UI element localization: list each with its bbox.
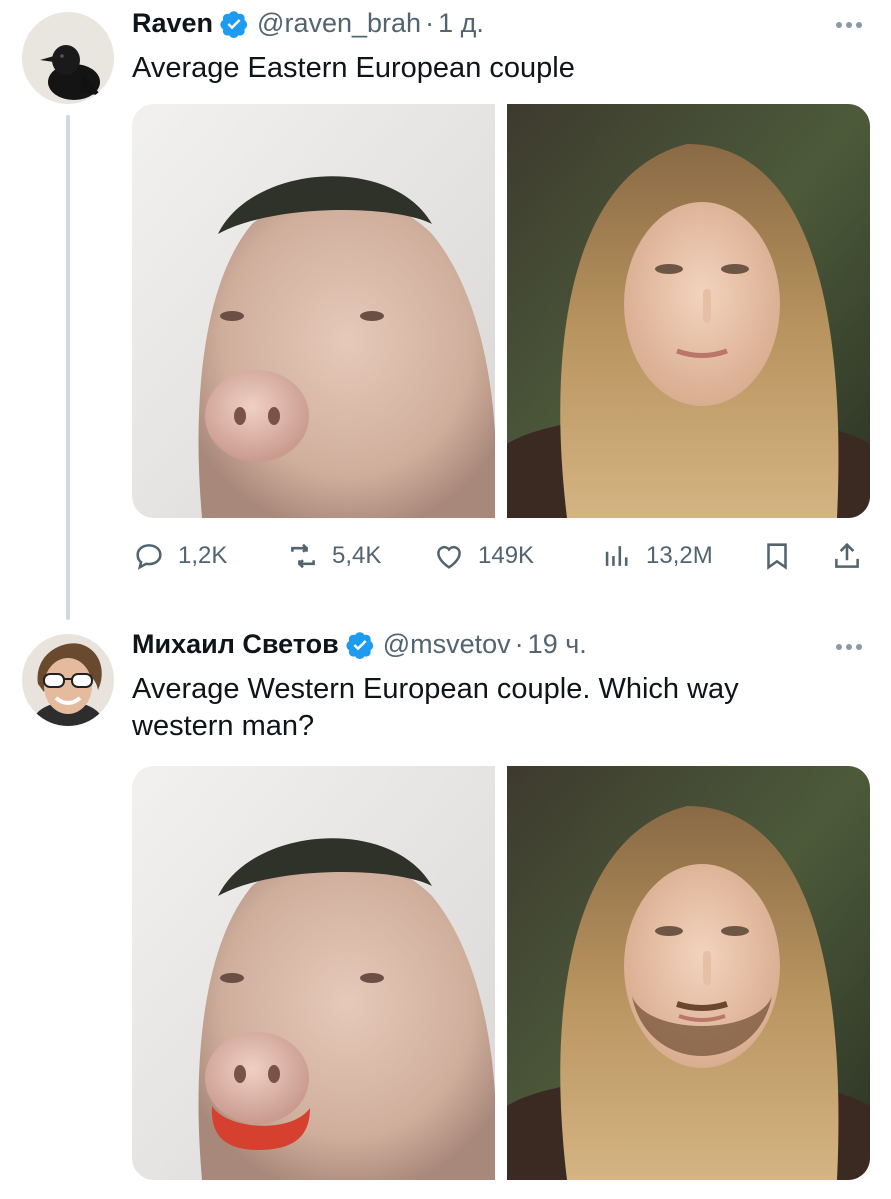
msvetov-avatar-image — [22, 634, 114, 726]
tweet-header: Raven @raven_brah · 1 д. — [132, 8, 484, 39]
verified-badge-icon — [220, 10, 248, 38]
woman-beard-photo — [507, 766, 870, 1180]
retweet-icon — [291, 543, 315, 569]
reply-count: 1,2K — [178, 542, 228, 569]
share-button[interactable] — [830, 536, 864, 576]
bookmark-button[interactable] — [760, 536, 794, 576]
woman-photo — [507, 104, 870, 518]
pig-photo — [132, 104, 495, 518]
bookmark-icon — [767, 543, 787, 570]
timestamp[interactable]: 1 д. — [438, 8, 484, 39]
author-name[interactable]: Михаил Светов — [132, 629, 339, 660]
separator-dot: · — [514, 629, 524, 659]
tweet-media[interactable] — [132, 766, 870, 1180]
views-icon — [605, 546, 628, 566]
more-icon[interactable] — [836, 644, 862, 650]
media-image-pig-lipstick[interactable] — [132, 766, 495, 1180]
tweet-header: Михаил Светов @msvetov · 19 ч. — [132, 629, 587, 660]
avatar[interactable] — [22, 12, 114, 104]
reply-button[interactable]: 1,2K — [132, 536, 227, 576]
tweet-actions: 1,2K 5,4K 149K 13,2M — [132, 536, 872, 576]
views-button[interactable]: 13,2M — [600, 536, 713, 576]
media-image-woman[interactable] — [507, 104, 870, 518]
reply-icon — [136, 544, 162, 570]
timestamp[interactable]: 19 ч. — [528, 629, 587, 660]
tweet-text: Average Western European couple. Which w… — [132, 673, 739, 742]
separator-dot: · — [425, 8, 435, 38]
tweet-text: Average Eastern European couple — [132, 52, 575, 84]
like-count: 149K — [478, 542, 535, 569]
like-button[interactable]: 149K — [432, 536, 534, 576]
retweet-count: 5,4K — [332, 542, 382, 569]
avatar[interactable] — [22, 634, 114, 726]
share-icon — [835, 542, 859, 568]
media-image-pig[interactable] — [132, 104, 495, 518]
verified-badge-icon — [346, 631, 373, 659]
tweet-media[interactable] — [132, 104, 870, 518]
author-handle[interactable]: @msvetov — [383, 629, 511, 660]
like-icon — [437, 545, 461, 569]
author-name[interactable]: Raven — [132, 8, 213, 39]
retweet-button[interactable]: 5,4K — [286, 536, 381, 576]
raven-avatar-image — [22, 12, 114, 104]
media-image-woman-beard[interactable] — [507, 766, 870, 1180]
views-count: 13,2M — [646, 542, 713, 569]
more-icon[interactable] — [836, 22, 862, 28]
author-handle[interactable]: @raven_brah — [257, 8, 421, 39]
thread-connector-line — [66, 115, 70, 620]
pig-lipstick-photo — [132, 766, 495, 1180]
